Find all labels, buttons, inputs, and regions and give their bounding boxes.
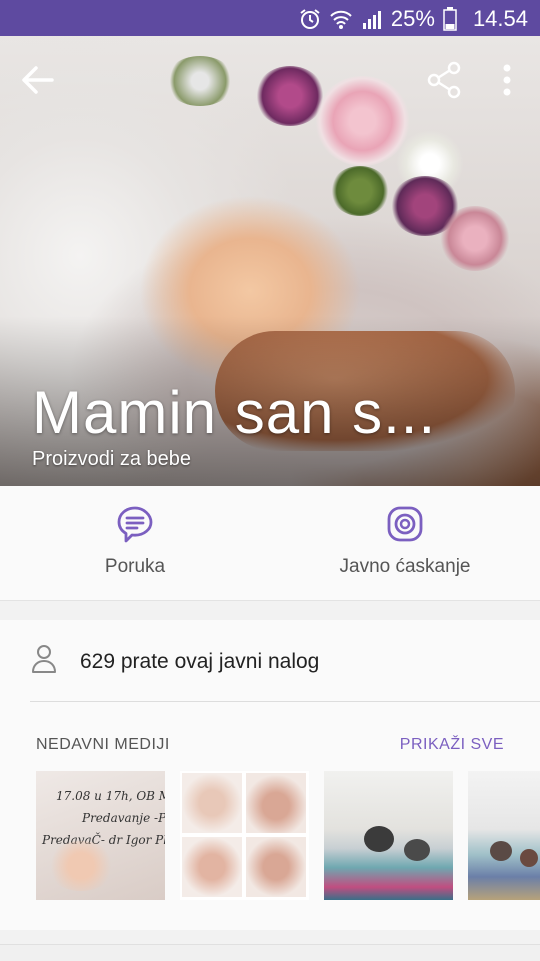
battery-icon [443,7,457,31]
flower-cluster [165,56,235,106]
share-icon[interactable] [424,60,464,100]
recent-media-section: NEDAVNI MEDIJI PRIKAŽI SVE 17.08 u 17h, … [0,702,540,930]
public-chat-button[interactable]: Javno ćaskanje [270,486,540,600]
more-vert-icon[interactable] [492,60,522,100]
person-figure [364,826,394,852]
public-chat-icon [387,506,423,542]
page-category: Proizvodi za bebe [32,448,191,470]
back-arrow-icon[interactable] [18,62,58,98]
thumbnail-text: Predavanje -PoroČ [82,811,165,825]
person-figure [490,841,512,861]
clock: 14.54 [472,6,528,31]
illustration-panel [182,837,242,897]
wifi-icon [330,10,352,29]
bottom-strip [0,944,540,961]
message-label: Poruka [104,556,166,577]
page-title: Mamin san s... [32,379,437,446]
recent-media-heading: NEDAVNI MEDIJI [36,736,170,753]
message-button[interactable]: Poruka [0,486,270,600]
illustration-panel [246,837,306,897]
public-chat-label: Javno ćaskanje [339,556,471,577]
alarm-icon [300,9,320,29]
media-thumbnail[interactable] [180,771,309,900]
signal-icon [362,11,381,29]
rose-flower [440,206,510,271]
person-figure [520,849,538,867]
person-icon [32,645,56,673]
show-all-link[interactable]: PRIKAŽI SVE [400,736,504,754]
message-bubble-icon [117,506,153,543]
followers-row: 629 prate ovaj javni nalog [0,620,540,702]
illustration-panel [246,773,306,833]
action-bar: Poruka Javno ćaskanje [0,486,540,601]
battery-percent: 25% [390,6,435,31]
status-bar: 25% 14.54 [0,0,540,36]
thumbnail-text: 17.08 u 17h, OB Medig [56,789,165,803]
baby-photo [46,841,116,891]
media-thumbnail[interactable]: 17.08 u 17h, OB Medig Predavanje -PoroČ … [36,771,165,900]
illustration-panel [182,773,242,833]
followers-count: 629 prate ovaj javni nalog [80,650,320,673]
person-figure [404,839,430,861]
status-indicators: 25% 14.54 [299,6,528,32]
leaf-cluster [330,166,390,216]
media-thumbnail[interactable] [324,771,453,900]
media-thumbnail[interactable] [468,771,540,900]
